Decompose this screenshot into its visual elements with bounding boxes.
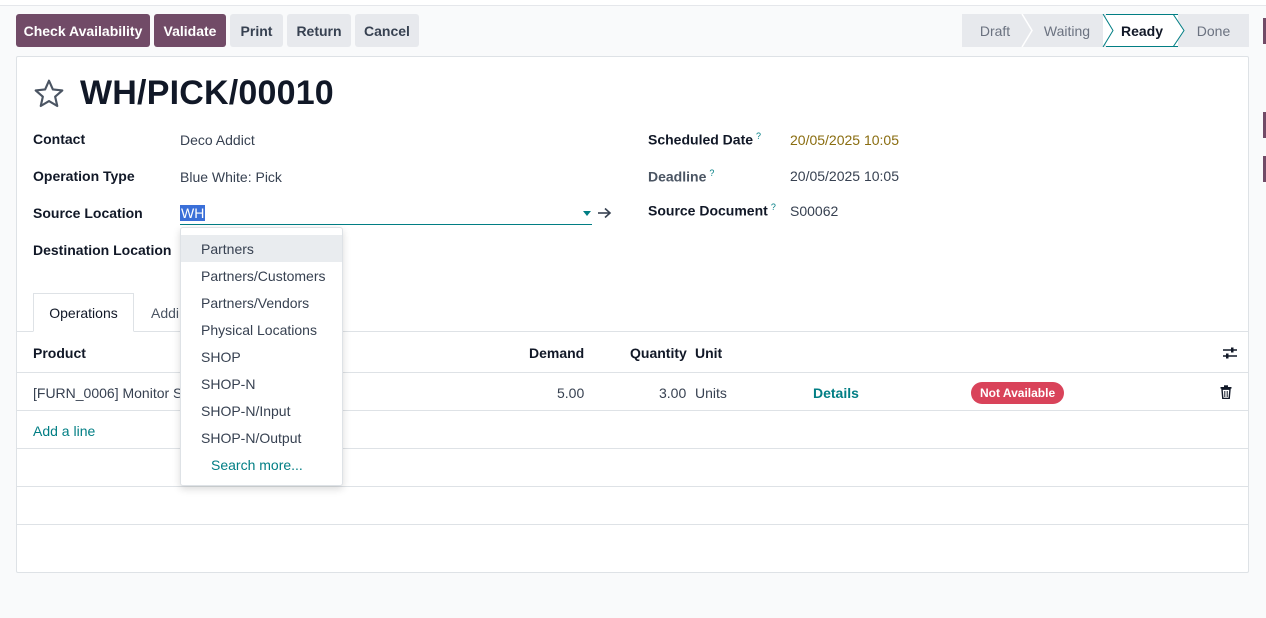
quantity-cell[interactable]: 3.00	[659, 385, 686, 401]
deadline-label-text: Deadline	[648, 168, 707, 185]
help-icon[interactable]: ?	[709, 168, 714, 178]
details-button[interactable]: Details	[813, 385, 859, 401]
status-bar: Draft Waiting Ready Done	[962, 14, 1249, 47]
caret-down-icon[interactable]	[583, 211, 591, 216]
scheduled-date-field[interactable]: 20/05/2025 10:05	[790, 132, 899, 148]
dropdown-item-shop-n-output[interactable]: SHOP-N/Output	[181, 424, 342, 451]
cancel-button[interactable]: Cancel	[355, 14, 419, 47]
add-line-link[interactable]: Add a line	[33, 423, 95, 439]
scheduled-date-label: Scheduled Date?	[648, 131, 761, 148]
demand-cell: 5.00	[557, 385, 585, 401]
deadline-field[interactable]: 20/05/2025 10:05	[790, 168, 899, 184]
return-button[interactable]: Return	[287, 14, 351, 47]
column-header-quantity[interactable]: Quantity	[630, 345, 687, 361]
source-location-value: WH	[180, 205, 206, 221]
record-title: WH/PICK/00010	[80, 74, 334, 112]
check-availability-button[interactable]: Check Availability	[16, 14, 150, 47]
row-divider	[17, 524, 1248, 525]
dropdown-item-partners[interactable]: Partners	[181, 235, 342, 262]
contact-field[interactable]: Deco Addict	[180, 132, 255, 148]
arrow-right-icon[interactable]	[597, 206, 612, 220]
stage-separators	[1021, 14, 1185, 47]
operation-type-label: Operation Type	[33, 168, 135, 184]
help-icon[interactable]: ?	[771, 202, 776, 212]
source-document-field[interactable]: S00062	[790, 203, 838, 219]
trash-icon[interactable]	[1220, 385, 1232, 399]
dropdown-item-partners-vendors[interactable]: Partners/Vendors	[181, 289, 342, 316]
dropdown-item-partners-customers[interactable]: Partners/Customers	[181, 262, 342, 289]
source-location-dropdown: Partners Partners/Customers Partners/Ven…	[180, 227, 343, 486]
operation-type-field[interactable]: Blue White: Pick	[180, 169, 282, 185]
top-bar	[0, 0, 1266, 6]
destination-location-label: Destination Location	[33, 242, 172, 258]
contact-label: Contact	[33, 131, 86, 147]
dropdown-item-shop-n[interactable]: SHOP-N	[181, 370, 342, 397]
print-button[interactable]: Print	[230, 14, 283, 47]
unit-cell: Units	[695, 385, 727, 401]
column-header-unit[interactable]: Unit	[695, 345, 722, 361]
dropdown-item-shop-n-input[interactable]: SHOP-N/Input	[181, 397, 342, 424]
row-divider	[17, 486, 1248, 487]
validate-button[interactable]: Validate	[154, 14, 226, 47]
source-document-label: Source Document?	[648, 202, 776, 219]
scheduled-date-label-text: Scheduled Date	[648, 131, 754, 148]
status-badge: Not Available	[971, 382, 1065, 404]
column-settings-icon[interactable]	[1222, 346, 1238, 360]
column-header-product[interactable]: Product	[33, 345, 86, 361]
deadline-label: Deadline?	[648, 168, 714, 185]
tab-operations[interactable]: Operations	[33, 293, 134, 332]
help-icon[interactable]: ?	[756, 131, 761, 141]
source-location-label: Source Location	[33, 205, 143, 221]
column-header-demand[interactable]: Demand	[529, 345, 584, 361]
source-location-input[interactable]: WH	[180, 202, 592, 225]
tab-additional-info[interactable]: Addi	[151, 293, 179, 332]
dropdown-item-physical-locations[interactable]: Physical Locations	[181, 316, 342, 343]
source-document-label-text: Source Document	[648, 202, 768, 219]
star-outline-icon[interactable]	[32, 78, 66, 110]
product-cell[interactable]: [FURN_0006] Monitor St	[33, 385, 186, 401]
dropdown-item-shop[interactable]: SHOP	[181, 343, 342, 370]
search-more-link[interactable]: Search more...	[211, 457, 303, 473]
